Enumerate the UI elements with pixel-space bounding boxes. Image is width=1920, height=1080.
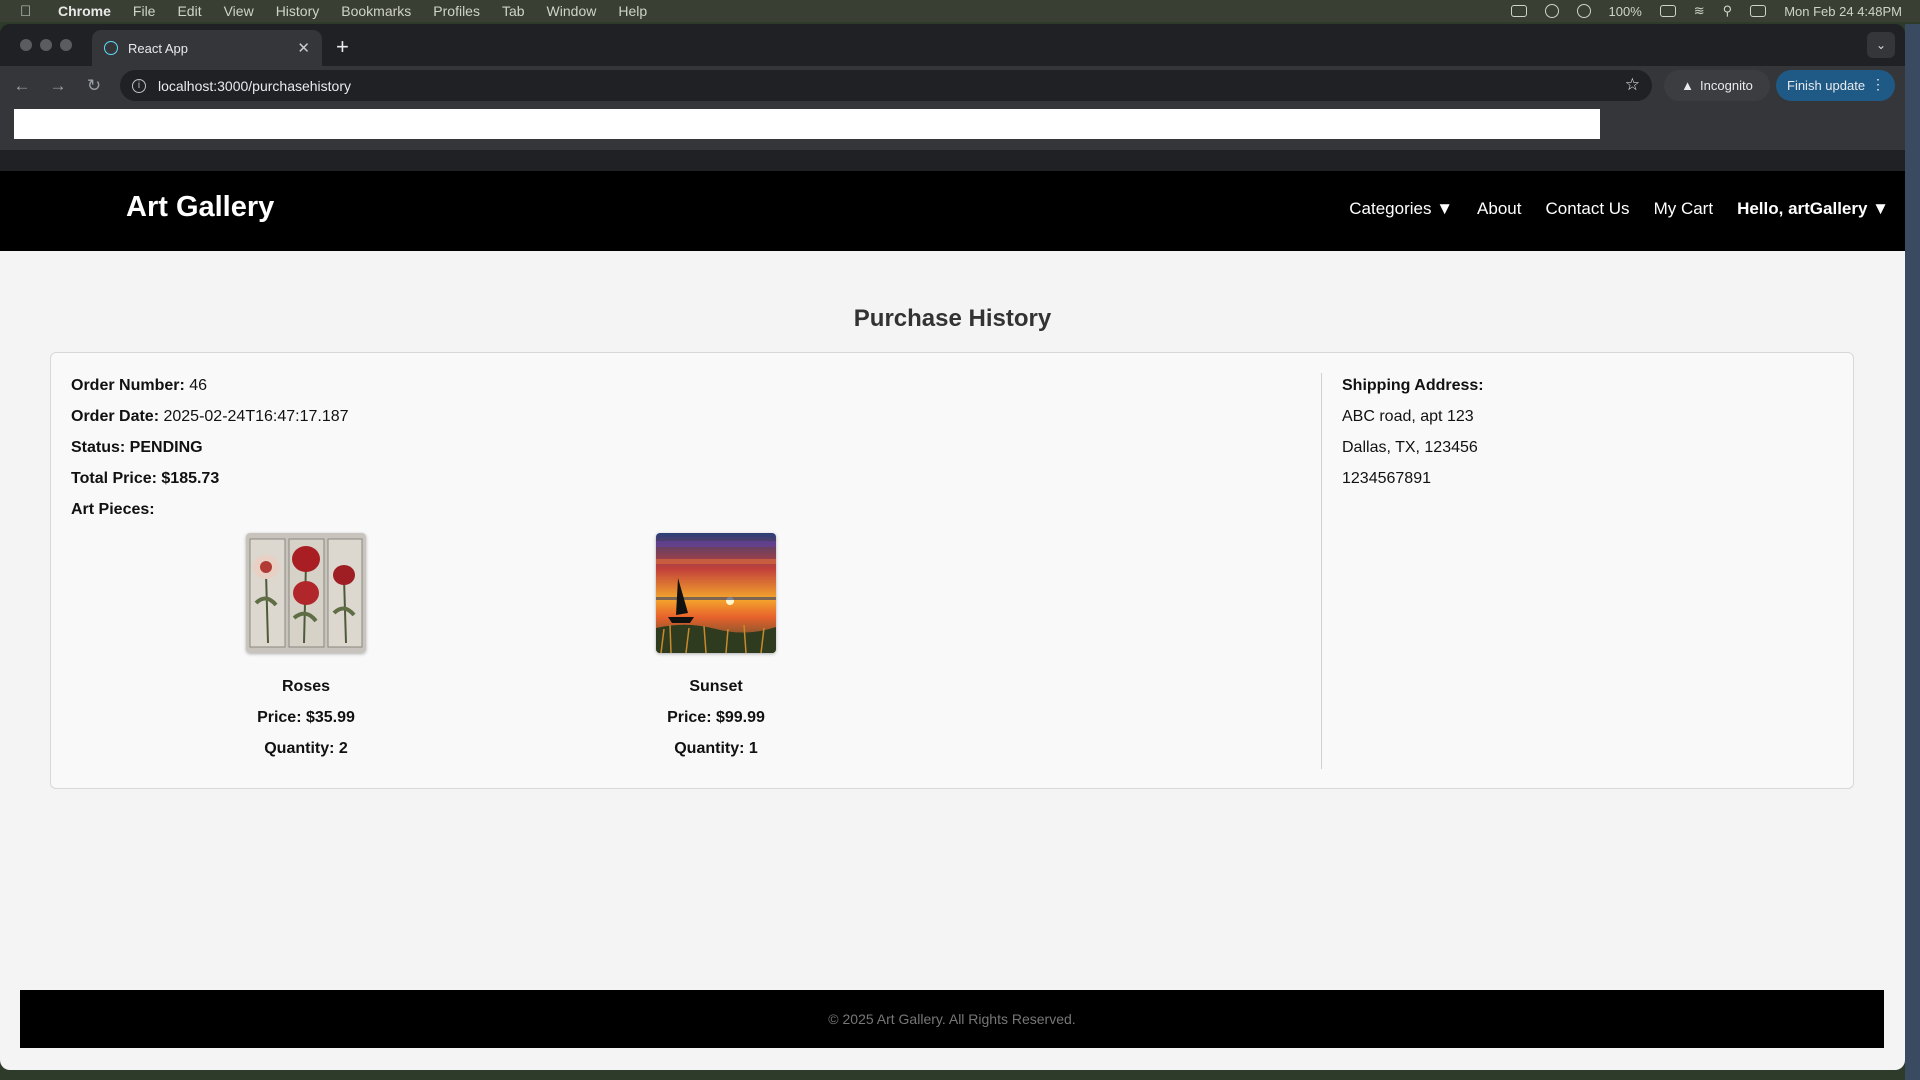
blank-input-bar[interactable] — [14, 109, 1600, 139]
window-controls — [20, 39, 72, 51]
battery-icon[interactable] — [1659, 5, 1676, 17]
address-bar[interactable]: i localhost:3000/purchasehistory ☆ — [120, 70, 1652, 101]
desktop-background — [1905, 24, 1920, 1080]
battery-percent: 100% — [1608, 3, 1642, 19]
incognito-label: Incognito — [1700, 78, 1753, 93]
nav-contact-link[interactable]: Contact Us — [1545, 199, 1629, 219]
nav-categories-dropdown[interactable]: Categories ▼ — [1349, 199, 1453, 219]
order-date-label: Order Date: — [71, 408, 160, 425]
order-number-label: Order Number: — [71, 377, 185, 394]
incognito-indicator[interactable]: ▲ Incognito — [1664, 70, 1770, 101]
site-info-icon[interactable]: i — [132, 78, 146, 93]
close-tab-icon[interactable]: ✕ — [297, 39, 310, 57]
order-number-row: Order Number: 46 — [71, 377, 349, 408]
footer-copyright: © 2025 Art Gallery. All Rights Reserved. — [828, 1011, 1076, 1027]
nav-links: Categories ▼ About Contact Us My Cart He… — [1349, 199, 1889, 219]
page-title: Purchase History — [853, 305, 1052, 332]
menu-file[interactable]: File — [133, 3, 156, 19]
art-piece-card: Sunset Price: $99.99 Quantity: 1 — [616, 533, 816, 771]
roses-artwork-image[interactable] — [246, 533, 366, 653]
art-piece-price: Price: $99.99 — [667, 709, 765, 726]
art-piece-name: Sunset — [689, 678, 743, 695]
card-divider — [1321, 373, 1322, 769]
order-number-value: 46 — [184, 377, 208, 394]
forward-arrow-icon[interactable]: → — [40, 76, 76, 96]
control-center-icon[interactable] — [1750, 5, 1767, 17]
order-status: Status: PENDING — [71, 439, 203, 456]
menu-bookmarks[interactable]: Bookmarks — [341, 3, 411, 19]
brand-logo[interactable]: Art Gallery — [126, 191, 274, 224]
art-piece-quantity: Quantity: 1 — [674, 740, 758, 757]
shipping-address-label: Shipping Address: — [1342, 377, 1484, 394]
art-piece-quantity: Quantity: 2 — [264, 740, 348, 757]
new-tab-icon[interactable]: + — [336, 34, 349, 60]
react-favicon-icon — [104, 41, 118, 55]
nav-about-link[interactable]: About — [1477, 199, 1521, 219]
menubar-datetime[interactable]: Mon Feb 24 4:48PM — [1784, 4, 1902, 19]
order-details: Order Number: 46 Order Date: 2025-02-24T… — [71, 377, 349, 532]
shipping-phone: 1234567891 — [1342, 470, 1431, 487]
cloud-status-icon[interactable] — [1510, 5, 1527, 17]
art-pieces-label: Art Pieces: — [71, 501, 155, 518]
maximize-window-button[interactable] — [60, 39, 72, 51]
page-viewport: Art Gallery Categories ▼ About Contact U… — [0, 171, 1905, 1070]
menu-edit[interactable]: Edit — [177, 3, 201, 19]
menu-view[interactable]: View — [224, 3, 254, 19]
url-text[interactable]: localhost:3000/purchasehistory — [158, 78, 351, 94]
menu-help[interactable]: Help — [618, 3, 647, 19]
shipping-line1: ABC road, apt 123 — [1342, 408, 1474, 425]
close-window-button[interactable] — [20, 39, 32, 51]
order-date-row: Order Date: 2025-02-24T16:47:17.187 — [71, 408, 349, 439]
site-navbar: Art Gallery Categories ▼ About Contact U… — [0, 171, 1905, 251]
nav-cart-link[interactable]: My Cart — [1654, 199, 1714, 219]
back-arrow-icon[interactable]: ← — [4, 76, 40, 96]
apple-menu-icon[interactable]:  — [20, 3, 36, 20]
browser-window: React App ✕ + ⌄ ← → ↻ i localhost:3000/p… — [0, 24, 1905, 1070]
menu-app-chrome[interactable]: Chrome — [58, 3, 111, 19]
extension-bar — [0, 106, 1905, 150]
art-piece-card: Roses Price: $35.99 Quantity: 2 — [206, 533, 406, 771]
tab-title: React App — [128, 40, 188, 56]
tab-search-chevron-icon[interactable]: ⌄ — [1867, 32, 1895, 58]
site-footer: © 2025 Art Gallery. All Rights Reserved. — [20, 990, 1884, 1048]
minimize-window-button[interactable] — [40, 39, 52, 51]
vpn-icon[interactable] — [1544, 4, 1559, 18]
menu-history[interactable]: History — [276, 3, 320, 19]
incognito-icon: ▲ — [1681, 78, 1695, 93]
order-date-value: 2025-02-24T16:47:17.187 — [159, 408, 349, 425]
search-icon[interactable]: ⚲ — [1723, 3, 1733, 19]
wifi-icon[interactable]: ≋ — [1694, 3, 1705, 19]
browser-toolbar: ← → ↻ i localhost:3000/purchasehistory ☆… — [0, 66, 1905, 106]
art-piece-name: Roses — [281, 678, 331, 695]
order-card: Order Number: 46 Order Date: 2025-02-24T… — [50, 352, 1854, 789]
menu-tab[interactable]: Tab — [502, 3, 525, 19]
sunset-artwork-image[interactable] — [656, 533, 776, 653]
play-icon[interactable] — [1576, 4, 1591, 18]
tab-strip: React App ✕ + ⌄ — [0, 24, 1905, 66]
macos-menubar:  Chrome File Edit View History Bookmark… — [0, 0, 1920, 22]
finish-update-button[interactable]: Finish update ⋮ — [1776, 70, 1895, 101]
shipping-address: Shipping Address: ABC road, apt 123 Dall… — [1342, 377, 1484, 501]
art-piece-price: Price: $35.99 — [257, 709, 355, 726]
finish-update-label: Finish update — [1787, 78, 1866, 93]
user-menu-dropdown[interactable]: Hello, artGallery ▼ — [1737, 199, 1889, 219]
order-total: Total Price: $185.73 — [71, 470, 220, 487]
tab-react-app[interactable]: React App ✕ — [92, 30, 322, 66]
menu-window[interactable]: Window — [547, 3, 597, 19]
reload-icon[interactable]: ↻ — [76, 76, 112, 96]
bookmark-star-icon[interactable]: ☆ — [1625, 75, 1640, 95]
shipping-line2: Dallas, TX, 123456 — [1342, 439, 1478, 456]
menu-profiles[interactable]: Profiles — [433, 3, 480, 19]
kebab-menu-icon[interactable]: ⋮ — [1871, 76, 1885, 93]
